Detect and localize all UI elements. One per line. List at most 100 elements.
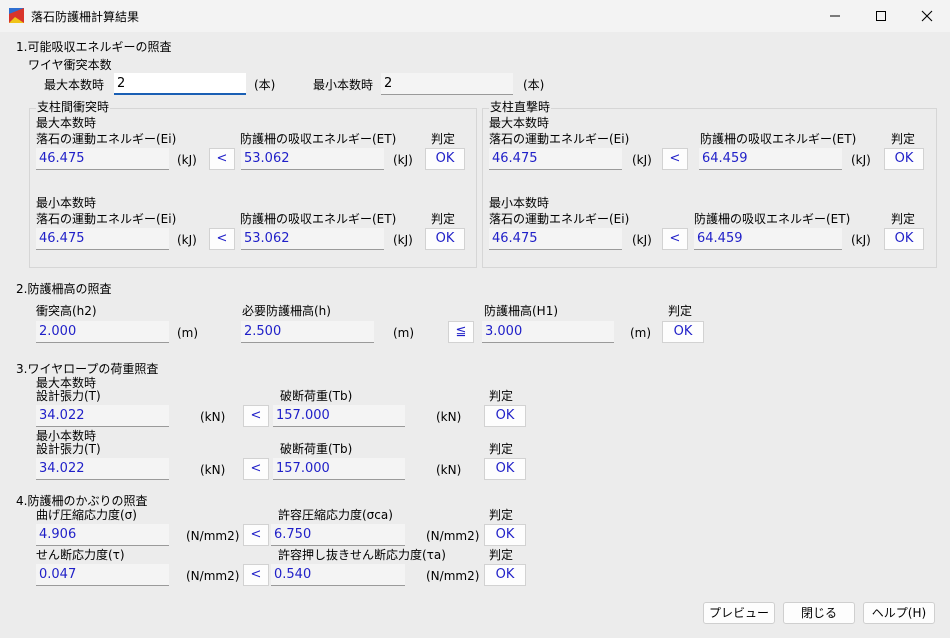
s3-max-tb-label: 破断荷重(Tb) <box>280 389 353 403</box>
h2-label: 衝突高(h2) <box>36 304 97 318</box>
lg-max-compare: < <box>209 148 235 170</box>
shear-compare: < <box>243 564 269 586</box>
rg-min-ei-value: 46.475 <box>489 228 622 250</box>
lg-max-ei-value: 46.475 <box>36 148 169 170</box>
s3-max-judge: OK <box>484 405 526 427</box>
rg-min-label: 最小本数時 <box>489 196 550 210</box>
rg-max-et-label: 防護柵の吸収エネルギー(ET) <box>700 132 857 146</box>
lg-min-et-label: 防護柵の吸収エネルギー(ET) <box>240 212 397 226</box>
lg-min-et-value: 53.062 <box>241 228 384 250</box>
rg-max-et-unit: (kJ) <box>851 153 871 167</box>
rg-min-et-label: 防護柵の吸収エネルギー(ET) <box>694 212 851 226</box>
rg-min-ei-unit: (kJ) <box>632 233 652 247</box>
shear-allow-unit: (N/mm2) <box>426 569 480 583</box>
help-button[interactable]: ヘルプ(H) <box>863 602 935 624</box>
bend-allow-label: 許容圧縮応力度(σca) <box>278 508 393 522</box>
close-button[interactable]: 閉じる <box>783 602 855 624</box>
maximize-button[interactable] <box>858 0 904 32</box>
maximize-icon <box>876 11 886 21</box>
lg-max-judge-label: 判定 <box>431 132 456 146</box>
window-title: 落石防護柵計算結果 <box>31 10 140 24</box>
min-count-label: 最小本数時 <box>313 78 374 92</box>
app-icon <box>9 8 24 23</box>
lg-min-ei-value: 46.475 <box>36 228 169 250</box>
h-label: 必要防護柵高(h) <box>242 304 331 318</box>
s3-min-tb-value: 157.000 <box>273 458 405 480</box>
s3-max-judge-label: 判定 <box>489 389 514 403</box>
rg-max-judge: OK <box>884 148 924 170</box>
section3-header: 3.ワイヤロープの荷重照査 <box>16 362 159 376</box>
lg-min-compare: < <box>209 228 235 250</box>
rg-max-ei-unit: (kJ) <box>632 153 652 167</box>
title-bar: 落石防護柵計算結果 <box>0 0 950 32</box>
shear-judge: OK <box>484 564 526 586</box>
lg-max-ei-label: 落石の運動エネルギー(Ei) <box>36 132 177 146</box>
s3-min-judge-label: 判定 <box>489 442 514 456</box>
h-value: 2.500 <box>241 321 374 343</box>
min-count-input[interactable]: 2 <box>381 73 513 95</box>
close-window-button[interactable] <box>904 0 950 32</box>
s2-judge: OK <box>662 321 704 343</box>
s3-min-label: 最小本数時 <box>36 429 97 443</box>
rg-max-et-value: 64.459 <box>699 148 842 170</box>
section2-header: 2.防護柵高の照査 <box>16 282 112 296</box>
post-direct-title: 支柱直撃時 <box>489 100 552 114</box>
s2-compare: ≦ <box>448 321 474 343</box>
s3-min-compare: < <box>243 458 269 480</box>
lg-min-ei-unit: (kJ) <box>177 233 197 247</box>
rg-max-judge-label: 判定 <box>891 132 916 146</box>
bend-compare: < <box>243 524 269 546</box>
s3-max-tb-unit: (kN) <box>436 410 462 424</box>
min-count-unit: (本) <box>523 78 545 92</box>
h1-unit: (m) <box>630 326 652 340</box>
rg-min-judge: OK <box>884 228 924 250</box>
s3-min-judge: OK <box>484 458 526 480</box>
s3-min-t-unit: (kN) <box>200 463 226 477</box>
minimize-icon <box>830 15 840 17</box>
h2-unit: (m) <box>177 326 199 340</box>
bend-unit: (N/mm2) <box>186 529 240 543</box>
shear-allow-label: 許容押し抜きせん断応力度(τa) <box>278 548 446 562</box>
lg-min-judge: OK <box>425 228 465 250</box>
section1-header: 1.可能吸収エネルギーの照査 <box>16 40 172 54</box>
lg-min-judge-label: 判定 <box>431 212 456 226</box>
max-count-label: 最大本数時 <box>44 78 105 92</box>
bend-judge: OK <box>484 524 526 546</box>
lg-max-et-unit: (kJ) <box>393 153 413 167</box>
minimize-button[interactable] <box>812 0 858 32</box>
rg-max-ei-label: 落石の運動エネルギー(Ei) <box>489 132 630 146</box>
bend-allow-value: 6.750 <box>271 524 405 546</box>
lg-min-et-unit: (kJ) <box>393 233 413 247</box>
bend-value: 4.906 <box>36 524 169 546</box>
rg-min-judge-label: 判定 <box>891 212 916 226</box>
lg-max-et-value: 53.062 <box>241 148 384 170</box>
rg-min-compare: < <box>662 228 688 250</box>
rg-min-et-unit: (kJ) <box>851 233 871 247</box>
rg-min-ei-label: 落石の運動エネルギー(Ei) <box>489 212 630 226</box>
shear-value: 0.047 <box>36 564 169 586</box>
s3-max-label: 最大本数時 <box>36 376 97 390</box>
rg-min-et-value: 64.459 <box>694 228 842 250</box>
shear-label: せん断応力度(τ) <box>36 548 125 562</box>
lg-max-judge: OK <box>425 148 465 170</box>
s3-min-t-value: 34.022 <box>36 458 169 480</box>
section4-header: 4.防護柵のかぶりの照査 <box>16 494 148 508</box>
rg-max-ei-value: 46.475 <box>489 148 622 170</box>
s3-max-t-unit: (kN) <box>200 410 226 424</box>
rg-max-label: 最大本数時 <box>489 116 550 130</box>
shear-unit: (N/mm2) <box>186 569 240 583</box>
preview-button[interactable]: プレビュー <box>703 602 775 624</box>
max-count-input[interactable]: 2 <box>114 73 246 95</box>
wire-count-label: ワイヤ衝突本数 <box>28 58 112 72</box>
s3-min-tb-label: 破断荷重(Tb) <box>280 442 353 456</box>
lg-max-ei-unit: (kJ) <box>177 153 197 167</box>
shear-judge-label: 判定 <box>489 548 514 562</box>
s3-max-tb-value: 157.000 <box>273 405 405 427</box>
s3-max-compare: < <box>243 405 269 427</box>
h1-label: 防護柵高(H1) <box>484 304 559 318</box>
s3-max-t-label: 設計張力(T) <box>36 389 101 403</box>
s3-min-t-label: 設計張力(T) <box>36 442 101 456</box>
lg-max-label: 最大本数時 <box>36 116 97 130</box>
lg-min-ei-label: 落石の運動エネルギー(Ei) <box>36 212 177 226</box>
bend-allow-unit: (N/mm2) <box>426 529 480 543</box>
